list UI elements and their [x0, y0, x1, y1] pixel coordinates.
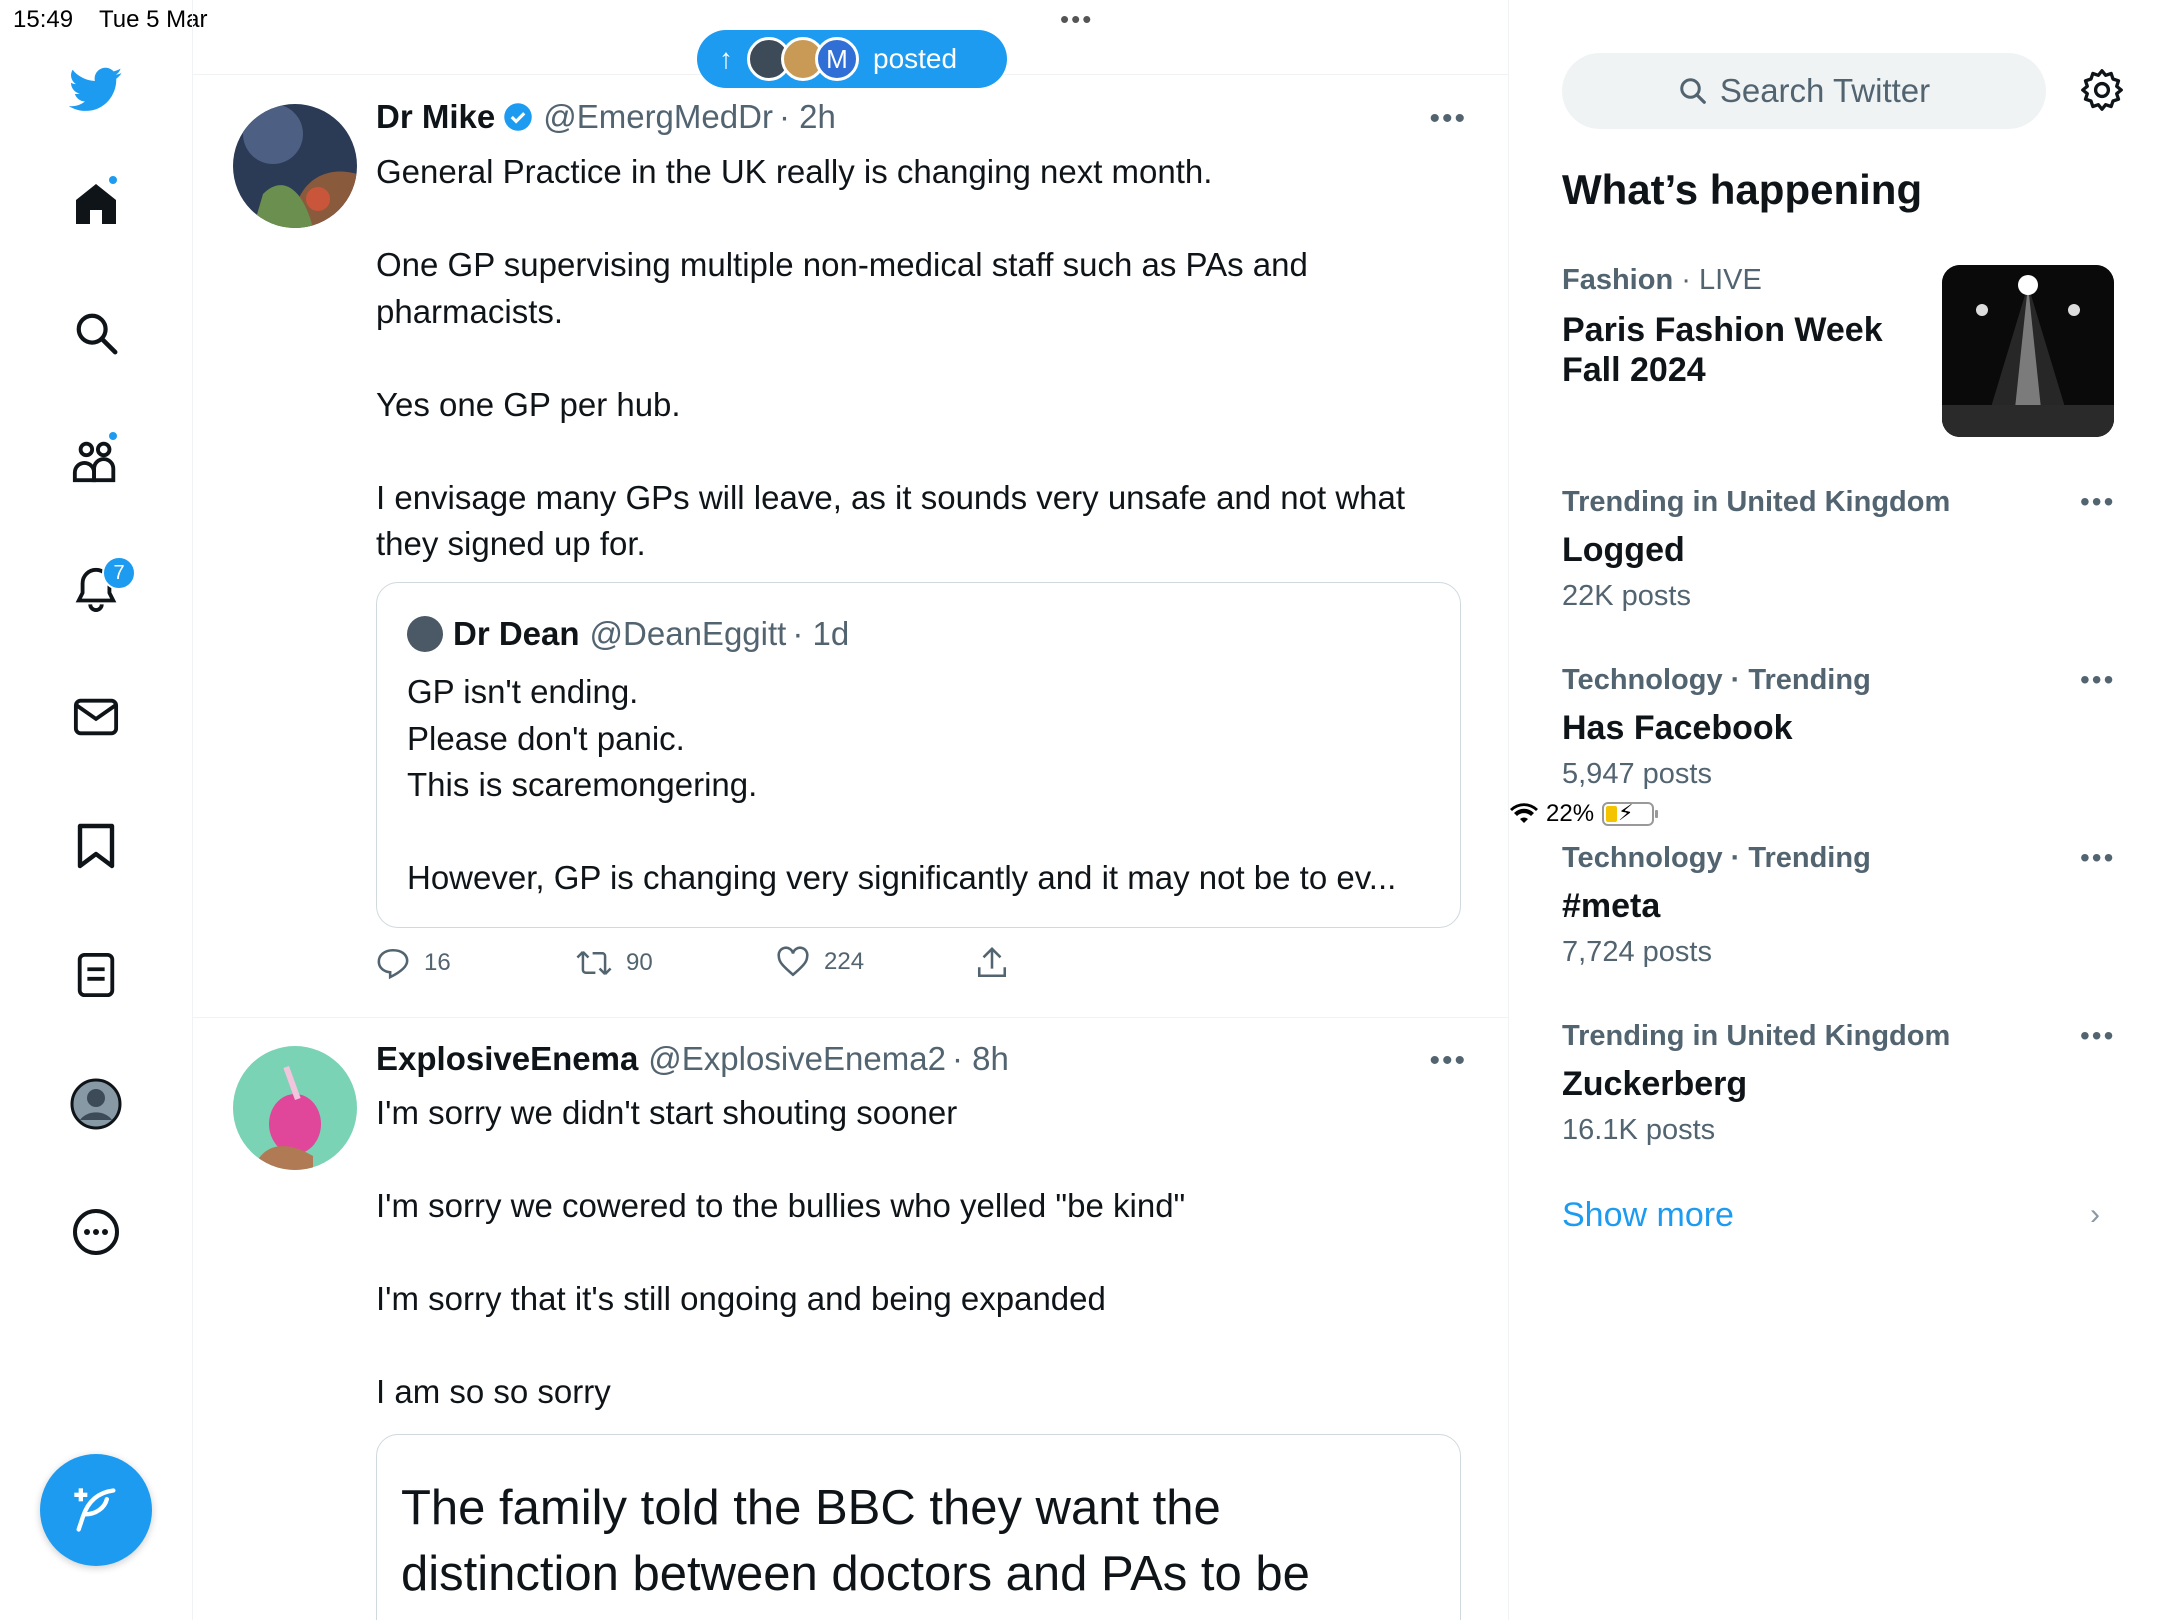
- quote-line: Please don't panic.: [407, 719, 685, 757]
- trend-image[interactable]: [1942, 265, 2114, 437]
- more-options-icon[interactable]: •••: [2080, 1020, 2115, 1052]
- trend-category: Trending in United Kingdom: [1562, 1020, 1951, 1052]
- retweet-button[interactable]: 90: [576, 946, 653, 980]
- trend-title[interactable]: Has Facebook: [1562, 708, 1793, 748]
- tweet-time[interactable]: · 2h: [779, 98, 836, 136]
- tweet-body: General Practice in the UK really is cha…: [376, 149, 1436, 568]
- tweet-header: ExplosiveEnema @ExplosiveEnema2 · 8h: [376, 1040, 1009, 1078]
- search-icon[interactable]: [60, 297, 132, 369]
- tweet-line: I'm sorry that it's still ongoing and be…: [376, 1280, 1106, 1317]
- communities-unread-dot: [107, 430, 119, 442]
- gear-icon: [2081, 69, 2123, 111]
- posted-label: posted: [873, 43, 958, 74]
- new-posts-pill[interactable]: ↑ M posted: [697, 30, 1007, 88]
- more-options-icon[interactable]: •••: [1429, 1044, 1467, 1078]
- trend-category: Trending in United Kingdom: [1562, 486, 1951, 518]
- settings-button[interactable]: [2080, 68, 2124, 117]
- like-button[interactable]: 224: [776, 946, 864, 978]
- author-name[interactable]: Dr Mike: [376, 98, 495, 136]
- reply-button[interactable]: 16: [376, 946, 451, 980]
- home-icon[interactable]: [60, 168, 132, 240]
- share-icon: [977, 947, 1007, 978]
- home-unread-dot: [107, 174, 119, 186]
- tweet-line: I'm sorry we didn't start shouting soone…: [376, 1094, 958, 1131]
- trend-category: Technology · Trending: [1562, 664, 1871, 696]
- heart-icon: [777, 946, 809, 977]
- quoted-tweet[interactable]: Dr Dean @DeanEggitt · 1d GP isn't ending…: [376, 582, 1461, 928]
- quote-line: This is scaremongering.: [407, 766, 758, 803]
- quote-header: Dr Dean @DeanEggitt · 1d: [407, 615, 849, 653]
- trend-count: 7,724 posts: [1562, 936, 1712, 968]
- envelope-icon[interactable]: [60, 681, 132, 753]
- tweet-actions: 16 90 224: [376, 946, 1076, 990]
- verified-badge-icon: [504, 103, 532, 131]
- posted-avatar: M: [815, 37, 859, 81]
- chevron-right-icon: ›: [2090, 1198, 2100, 1231]
- list-icon[interactable]: [60, 939, 132, 1011]
- retweet-icon: [576, 951, 612, 975]
- quote-time: · 1d: [792, 615, 850, 652]
- show-more-link[interactable]: Show more: [1562, 1196, 1734, 1235]
- quote-author-handle: @DeanEggitt: [589, 615, 787, 652]
- reply-icon: [377, 948, 409, 980]
- search-placeholder: Search Twitter: [1719, 72, 1931, 109]
- like-count: 224: [824, 948, 865, 975]
- more-icon[interactable]: [60, 1196, 132, 1268]
- quote-body: GP isn't ending. Please don't panic. Thi…: [407, 669, 1437, 902]
- more-options-icon[interactable]: •••: [2080, 842, 2115, 874]
- trend-title[interactable]: Zuckerberg: [1562, 1064, 1747, 1104]
- trend-count: 5,947 posts: [1562, 758, 1712, 790]
- tweet-line: One GP supervising multiple non-medical …: [376, 246, 1308, 330]
- right-sidebar: Search Twitter What’s happening Fashion …: [1510, 0, 2160, 1620]
- tweet-line: I envisage many GPs will leave, as it so…: [376, 478, 1406, 563]
- tweet-line: General Practice in the UK really is cha…: [376, 153, 1213, 190]
- tweet-header: Dr Mike @EmergMedDr · 2h: [376, 98, 836, 136]
- compose-tweet-button[interactable]: [40, 1454, 152, 1566]
- trend-count: 22K posts: [1562, 580, 1691, 612]
- avatar[interactable]: [233, 104, 357, 228]
- trend-title[interactable]: Logged: [1562, 530, 1685, 570]
- trend-title[interactable]: Paris Fashion Week Fall 2024: [1562, 310, 1922, 390]
- avatar[interactable]: [233, 1046, 357, 1170]
- trend-count: 16.1K posts: [1562, 1114, 1716, 1146]
- tweet-line: Yes one GP per hub.: [376, 385, 681, 423]
- search-input[interactable]: Search Twitter: [1562, 53, 2046, 129]
- more-options-icon[interactable]: •••: [1429, 102, 1467, 136]
- notifications-badge: 7: [102, 556, 136, 590]
- communities-icon[interactable]: [60, 425, 132, 497]
- quote-line: GP isn't ending.: [407, 673, 639, 710]
- more-options-icon[interactable]: •••: [2080, 486, 2115, 518]
- share-button[interactable]: [976, 946, 1008, 980]
- tweet-line: I am so so sorry: [376, 1373, 611, 1410]
- quote-avatar: [407, 616, 443, 652]
- search-icon: [1680, 78, 1706, 104]
- card-headline: The family told the BBC they want the di…: [401, 1481, 1310, 1601]
- quote-author-name: Dr Dean: [453, 615, 580, 652]
- trend-category: Fashion · LIVE: [1562, 264, 1762, 296]
- trend-title[interactable]: #meta: [1562, 886, 1660, 926]
- retweet-count: 90: [626, 949, 653, 976]
- arrow-up-icon: ↑: [719, 43, 733, 74]
- tweet-time[interactable]: · 8h: [952, 1040, 1009, 1078]
- tweet-body: I'm sorry we didn't start shouting soone…: [376, 1090, 1436, 1416]
- author-handle[interactable]: @ExplosiveEnema2: [648, 1040, 946, 1078]
- tweet-divider: [193, 1017, 1509, 1018]
- bookmark-icon[interactable]: [60, 810, 132, 882]
- author-name[interactable]: ExplosiveEnema: [376, 1040, 638, 1078]
- twitter-bird-icon[interactable]: [60, 54, 132, 126]
- compose-feather-icon: [74, 1488, 116, 1532]
- whats-happening-heading: What’s happening: [1562, 166, 1923, 213]
- avatar-icon[interactable]: [60, 1068, 132, 1140]
- reply-count: 16: [424, 949, 451, 976]
- tweet-line: I'm sorry we cowered to the bullies who …: [376, 1187, 1186, 1224]
- trend-category: Technology · Trending: [1562, 842, 1871, 874]
- left-navigation: 7: [0, 0, 193, 1620]
- timeline-feed: ↑ M posted Dr Mike @EmergMedDr · 2h ••• …: [193, 0, 1509, 1620]
- link-card[interactable]: The family told the BBC they want the di…: [376, 1434, 1461, 1620]
- quote-line: However, GP is changing very significant…: [407, 859, 1397, 896]
- more-options-icon[interactable]: •••: [2080, 664, 2115, 696]
- author-handle[interactable]: @EmergMedDr: [543, 98, 773, 136]
